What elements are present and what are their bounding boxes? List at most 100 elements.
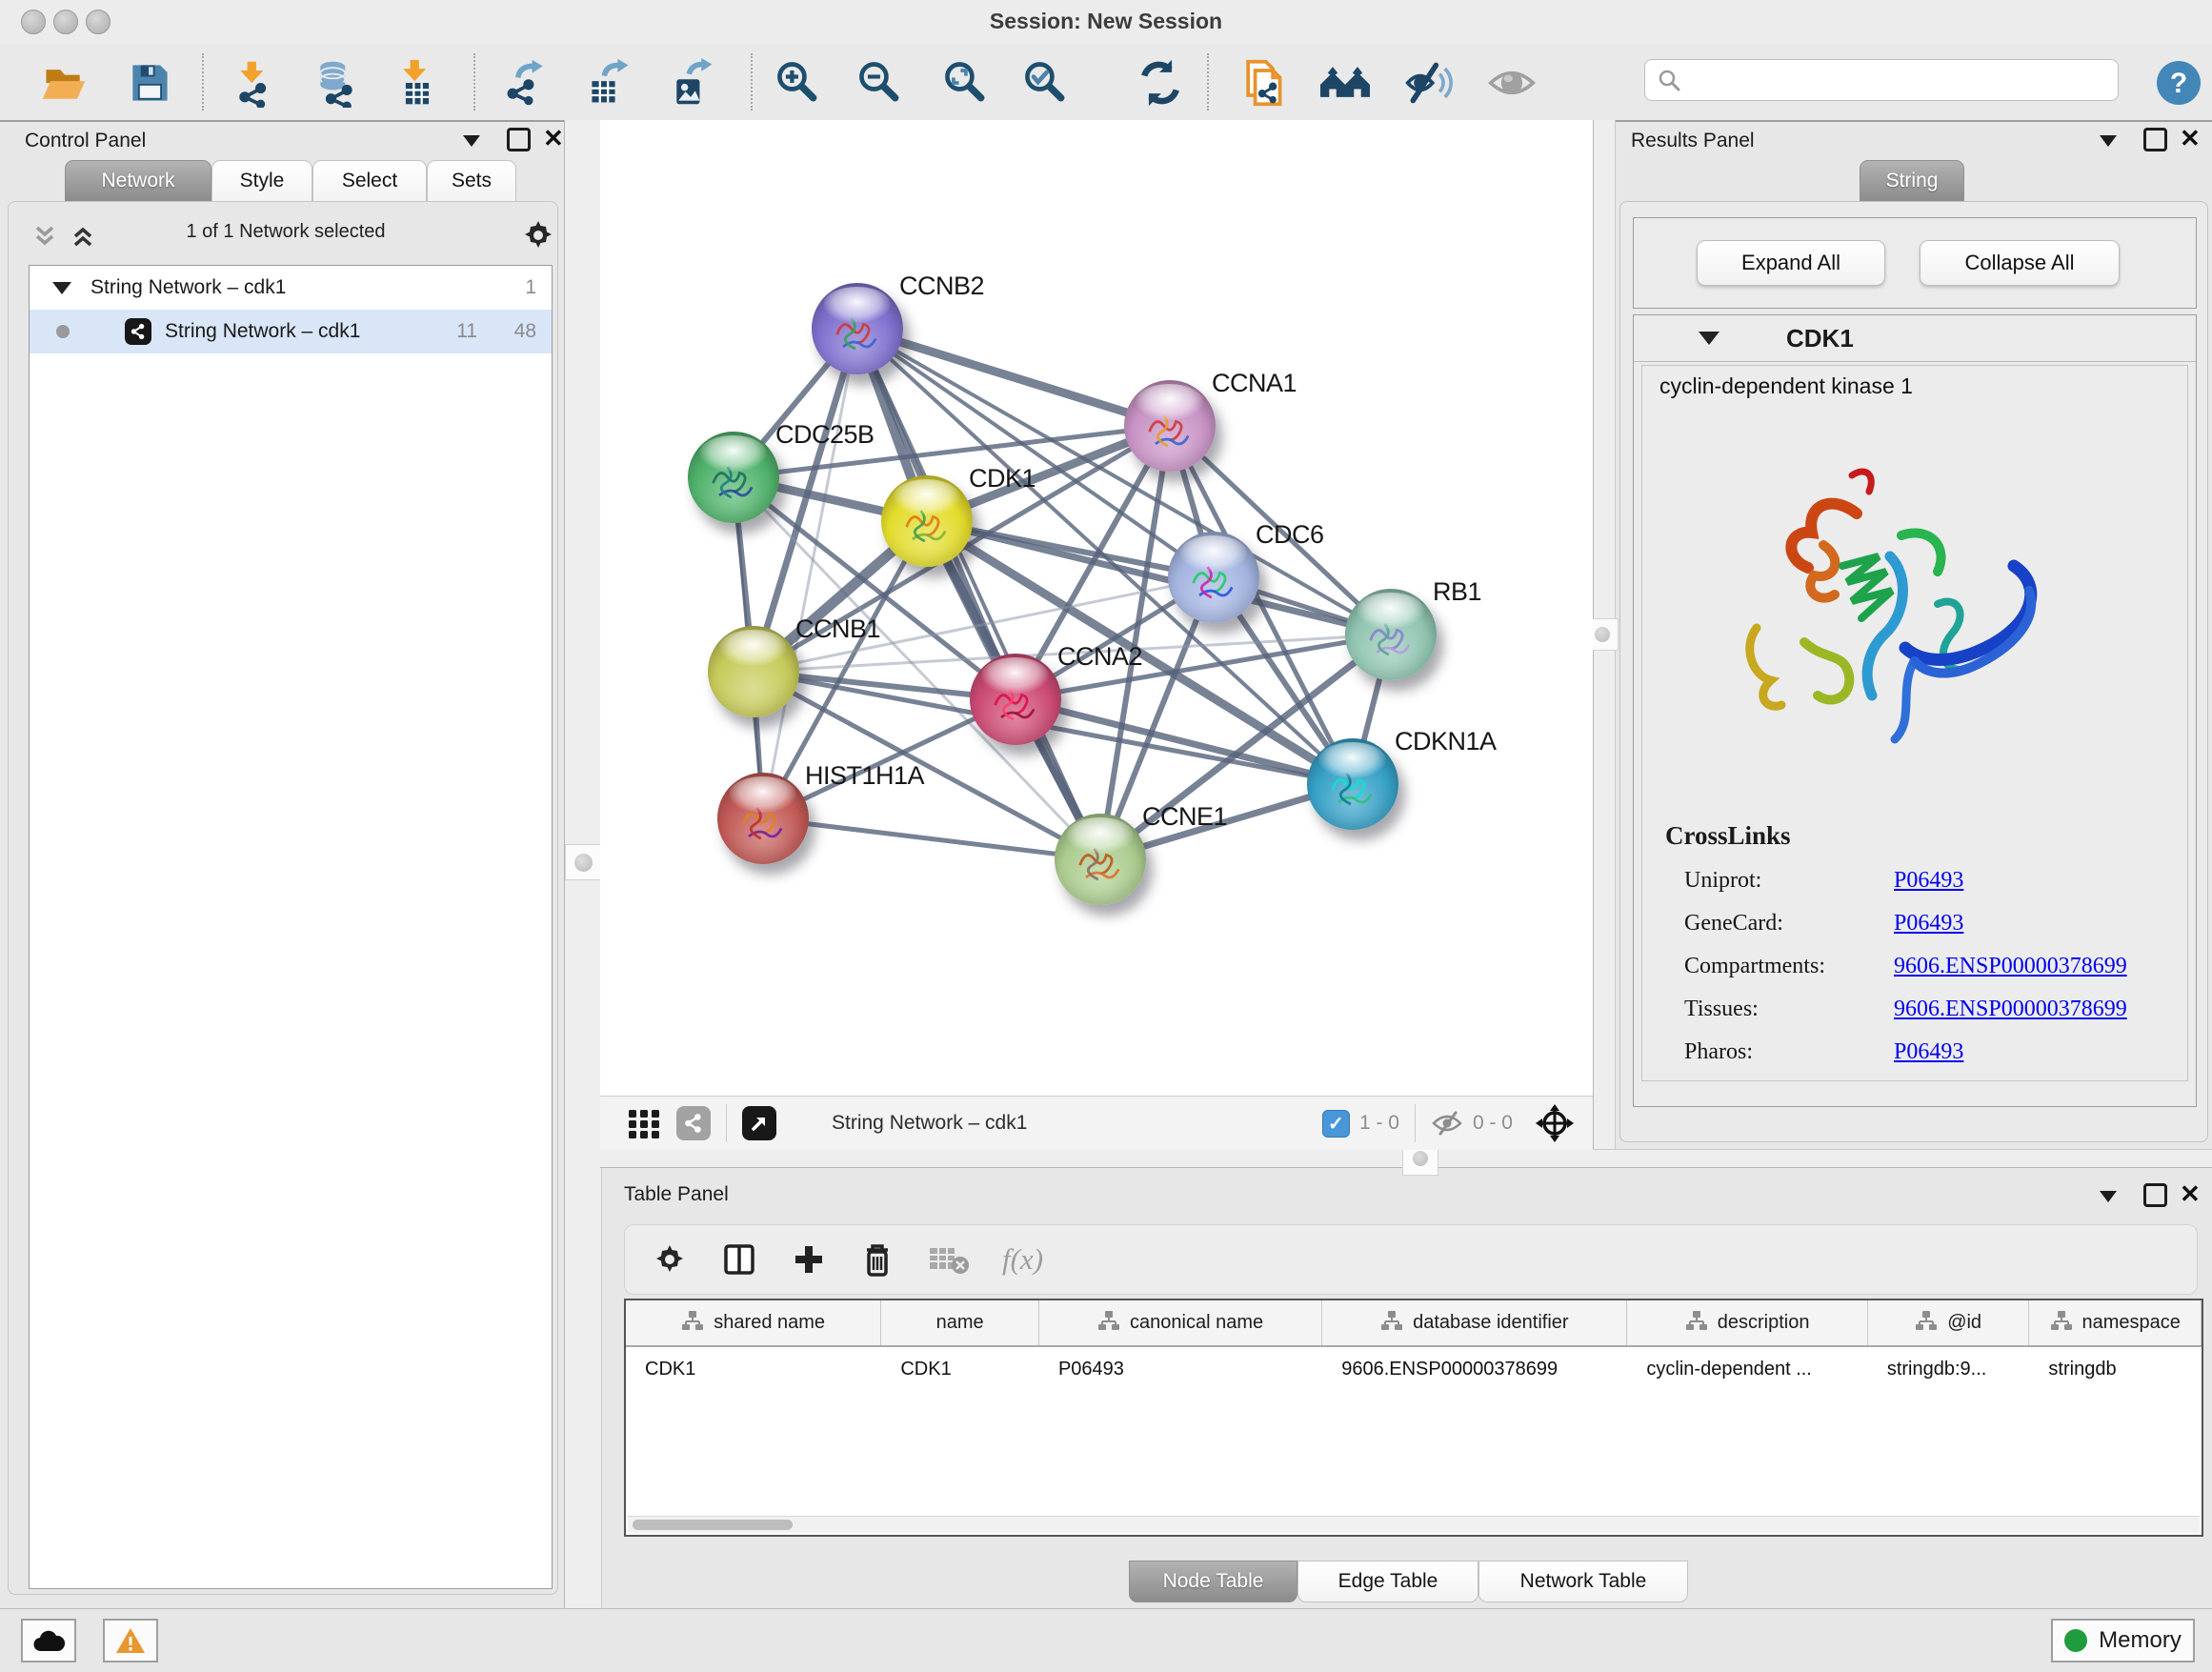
collapse-all-button[interactable]: Collapse All bbox=[1920, 240, 2120, 286]
detach-view-icon[interactable] bbox=[742, 1106, 776, 1140]
import-network-database-icon[interactable] bbox=[309, 55, 364, 111]
network-node-cdc25b[interactable] bbox=[688, 432, 779, 523]
network-row[interactable]: String Network – cdk1 11 48 bbox=[30, 310, 552, 353]
table-cell[interactable]: cyclin-dependent ... bbox=[1627, 1347, 1867, 1391]
column-header-namespace[interactable]: namespace bbox=[2029, 1300, 2202, 1345]
import-table-icon[interactable] bbox=[390, 55, 445, 111]
network-options-gear-icon[interactable] bbox=[520, 217, 556, 253]
network-edge[interactable] bbox=[763, 329, 857, 818]
control-panel-menu-icon[interactable] bbox=[463, 135, 480, 147]
network-node-ccne1[interactable] bbox=[1055, 814, 1146, 905]
scrollbar-thumb[interactable] bbox=[633, 1520, 793, 1530]
network-node-cdc6[interactable] bbox=[1168, 532, 1259, 623]
table-cell[interactable]: stringdb bbox=[2029, 1347, 2202, 1391]
left-splitter[interactable] bbox=[564, 120, 602, 1608]
network-node-cdkn1a[interactable] bbox=[1307, 738, 1398, 830]
memory-button[interactable]: Memory bbox=[2051, 1619, 2195, 1662]
network-node-ccna1[interactable] bbox=[1124, 380, 1216, 472]
horizontal-splitter[interactable] bbox=[600, 1149, 2212, 1168]
column-header-shared-name[interactable]: shared name bbox=[626, 1300, 881, 1345]
crosslink-link[interactable]: 9606.ENSP00000378699 bbox=[1894, 997, 2127, 1022]
warnings-button[interactable] bbox=[103, 1619, 158, 1662]
network-node-ccna2[interactable] bbox=[970, 654, 1061, 745]
table-cell[interactable]: CDK1 bbox=[626, 1347, 881, 1391]
open-session-icon[interactable] bbox=[36, 55, 91, 111]
collapse-all-networks-icon[interactable] bbox=[30, 222, 59, 251]
expand-all-networks-icon[interactable] bbox=[69, 222, 97, 251]
tab-select[interactable]: Select bbox=[312, 160, 427, 202]
column-header-canonical-name[interactable]: canonical name bbox=[1039, 1300, 1322, 1345]
left-splitter-handle[interactable] bbox=[565, 844, 601, 880]
cloud-button[interactable] bbox=[21, 1619, 76, 1662]
table-panel-close-icon[interactable]: ✕ bbox=[2180, 1181, 2201, 1206]
network-edge[interactable] bbox=[857, 329, 1170, 426]
search-input[interactable] bbox=[1644, 59, 2119, 101]
collection-expand-icon[interactable] bbox=[52, 282, 71, 294]
table-horizontal-scrollbar[interactable] bbox=[628, 1516, 2200, 1533]
tab-edge-table[interactable]: Edge Table bbox=[1297, 1561, 1478, 1602]
right-splitter[interactable] bbox=[1593, 120, 1616, 1149]
results-panel-menu-icon[interactable] bbox=[2100, 135, 2117, 147]
network-node-ccnb1[interactable] bbox=[708, 626, 799, 717]
tab-node-table[interactable]: Node Table bbox=[1129, 1561, 1297, 1602]
grid-view-icon[interactable] bbox=[625, 1104, 663, 1142]
level-of-detail-icon[interactable] bbox=[1484, 55, 1539, 111]
control-panel-close-icon[interactable]: ✕ bbox=[543, 126, 564, 151]
tab-style[interactable]: Style bbox=[211, 160, 312, 202]
clone-network-icon[interactable] bbox=[1235, 55, 1290, 111]
tab-network[interactable]: Network bbox=[65, 160, 211, 202]
entry-collapse-icon[interactable] bbox=[1699, 332, 1719, 345]
tab-sets[interactable]: Sets bbox=[427, 160, 516, 202]
node-table[interactable]: shared namenamecanonical namedatabase id… bbox=[624, 1299, 2203, 1537]
first-neighbors-icon[interactable] bbox=[1317, 55, 1373, 111]
column-header-description[interactable]: description bbox=[1627, 1300, 1867, 1345]
network-node-hist1h1a[interactable] bbox=[717, 773, 809, 864]
crosslink-link[interactable]: P06493 bbox=[1894, 911, 1963, 937]
zoom-out-icon[interactable] bbox=[852, 55, 907, 111]
table-cell[interactable]: stringdb:9... bbox=[1868, 1347, 2030, 1391]
add-column-icon[interactable] bbox=[791, 1241, 827, 1278]
show-hide-graphics-icon[interactable] bbox=[1401, 55, 1457, 111]
network-canvas[interactable]: CCNB2CCNA1CDC25BCDK1CDC6RB1CCNB1CCNA2CDK… bbox=[600, 120, 1593, 1096]
column-header-database-identifier[interactable]: database identifier bbox=[1322, 1300, 1627, 1345]
control-panel-float-icon[interactable] bbox=[507, 128, 531, 151]
entry-header[interactable]: CDK1 bbox=[1634, 315, 2196, 362]
results-panel-float-icon[interactable] bbox=[2143, 128, 2167, 151]
table-panel-menu-icon[interactable] bbox=[2100, 1191, 2117, 1202]
network-edge[interactable] bbox=[763, 818, 1100, 859]
help-icon[interactable]: ? bbox=[2151, 55, 2206, 111]
export-image-icon[interactable] bbox=[665, 55, 720, 111]
network-collection-row[interactable]: String Network – cdk1 1 bbox=[30, 266, 552, 310]
birds-eye-navigator-icon[interactable] bbox=[1534, 1102, 1576, 1144]
table-cell[interactable]: CDK1 bbox=[881, 1347, 1039, 1391]
export-table-icon[interactable] bbox=[582, 55, 637, 111]
export-network-icon[interactable] bbox=[499, 55, 554, 111]
table-panel-float-icon[interactable] bbox=[2143, 1183, 2167, 1207]
crosslink-link[interactable]: 9606.ENSP00000378699 bbox=[1894, 954, 2127, 979]
apply-layout-icon[interactable] bbox=[1133, 55, 1188, 111]
network-node-ccnb2[interactable] bbox=[812, 283, 903, 374]
table-options-gear-icon[interactable] bbox=[652, 1241, 688, 1278]
expand-all-button[interactable]: Expand All bbox=[1697, 240, 1885, 286]
crosslink-link[interactable]: P06493 bbox=[1894, 1039, 1963, 1065]
selected-checkbox-icon[interactable]: ✓ bbox=[1322, 1110, 1350, 1138]
zoom-in-icon[interactable] bbox=[770, 55, 825, 111]
results-panel-close-icon[interactable]: ✕ bbox=[2180, 126, 2201, 151]
table-cell[interactable]: P06493 bbox=[1039, 1347, 1322, 1391]
tab-network-table[interactable]: Network Table bbox=[1478, 1561, 1688, 1602]
save-session-icon[interactable] bbox=[122, 55, 177, 111]
select-columns-icon[interactable] bbox=[720, 1240, 758, 1279]
delete-column-icon[interactable] bbox=[859, 1240, 895, 1279]
network-share-icon[interactable] bbox=[676, 1106, 711, 1140]
table-cell[interactable]: 9606.ENSP00000378699 bbox=[1322, 1347, 1627, 1391]
network-node-cdk1[interactable] bbox=[881, 475, 973, 567]
crosslink-link[interactable]: P06493 bbox=[1894, 868, 1963, 894]
zoom-fit-icon[interactable] bbox=[937, 55, 993, 111]
column-header-name[interactable]: name bbox=[881, 1300, 1039, 1345]
import-network-file-icon[interactable] bbox=[228, 55, 283, 111]
column-header--id[interactable]: @id bbox=[1868, 1300, 2030, 1345]
table-row[interactable]: CDK1CDK1P064939606.ENSP00000378699cyclin… bbox=[626, 1347, 2202, 1391]
zoom-selected-icon[interactable] bbox=[1017, 55, 1073, 111]
tab-string[interactable]: String bbox=[1860, 160, 1964, 202]
network-node-rb1[interactable] bbox=[1345, 589, 1437, 680]
